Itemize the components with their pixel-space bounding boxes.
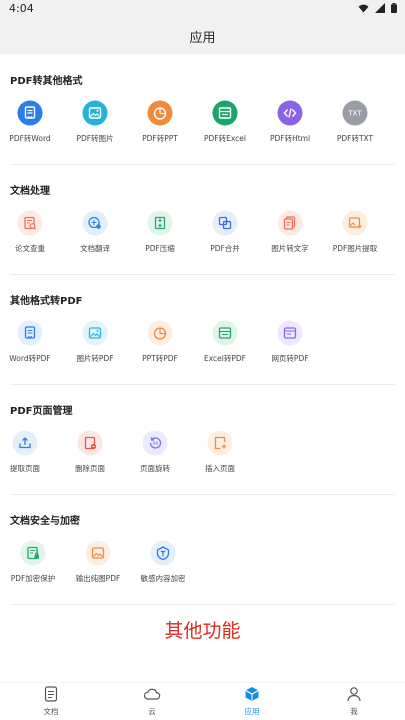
tool-label: 敏感内容加密 (140, 574, 186, 583)
excel-to-pdf-icon (212, 320, 238, 346)
tool-grid: Word转PDF 图片转PDF PPT转PDF Excel转PDF 网页转PDF (0, 320, 405, 380)
tool-label: 网页转PDF (271, 354, 309, 363)
tool-document-translate[interactable]: 文档翻译 (65, 210, 125, 270)
nav-profile[interactable]: 我 (324, 686, 384, 720)
wifi-icon (358, 4, 369, 13)
tool-ppt-to-pdf[interactable]: PPT转PDF (130, 320, 190, 380)
status-bar: 4:04 (0, 0, 405, 18)
tool-grid: PDF转Word PDF转图片 PDF转PPT PDF转Excel PDF转Ht… (0, 100, 405, 160)
webpage-to-pdf-icon (277, 320, 303, 346)
battery-icon (391, 3, 397, 13)
tool-excel-to-pdf[interactable]: Excel转PDF (195, 320, 255, 380)
svg-text:90: 90 (153, 441, 159, 447)
other-features-text: 其他功能 (164, 620, 241, 642)
svg-text:TXT: TXT (347, 110, 362, 118)
section-divider (10, 384, 395, 385)
pdf-compress-icon (147, 210, 173, 236)
section-title: 其他格式转PDF (10, 296, 83, 307)
image-to-pdf-icon (82, 320, 108, 346)
extract-page-icon (12, 430, 38, 456)
insert-page-icon (207, 430, 233, 456)
cloud-icon (143, 688, 161, 700)
sensitive-content-encrypt-icon (150, 540, 176, 566)
tool-insert-page[interactable]: 插入页面 (190, 430, 250, 490)
profile-icon (347, 687, 361, 702)
section-title: 文档安全与加密 (10, 516, 80, 527)
nav-label: 云 (148, 707, 156, 716)
section-divider (10, 164, 395, 165)
pdf-to-ppt-icon (147, 100, 173, 126)
app-header: 应用 (0, 18, 405, 54)
tool-word-to-pdf[interactable]: Word转PDF (0, 320, 60, 380)
tool-grid: PDF加密保护 输出纯图PDF 敏感内容加密 (0, 540, 405, 600)
nav-cloud[interactable]: 云 (122, 686, 182, 720)
document-translate-icon (82, 210, 108, 236)
tool-export-image-pdf[interactable]: 输出纯图PDF (68, 540, 128, 600)
section-title: 文档处理 (10, 186, 50, 197)
document-icon (44, 686, 58, 702)
section-title: PDF页面管理 (10, 406, 73, 417)
pdf-to-txt-icon: TXT (342, 100, 368, 126)
section-divider (10, 604, 395, 605)
tool-image-to-text[interactable]: 图片转文字 (260, 210, 320, 270)
tool-label: PDF转TXT (336, 134, 374, 143)
nav-label: 应用 (244, 707, 260, 716)
section-title: PDF转其他格式 (10, 76, 83, 87)
pdf-merge-icon (212, 210, 238, 236)
apps-content: PDF转其他格式 PDF转Word PDF转图片 PDF转PPT PDF转Exc… (0, 54, 405, 682)
tool-pdf-to-word[interactable]: PDF转Word (0, 100, 60, 160)
pdf-encrypt-icon (20, 540, 46, 566)
plagiarism-check-icon (17, 210, 43, 236)
tool-webpage-to-pdf[interactable]: 网页转PDF (260, 320, 320, 380)
tool-pdf-to-excel[interactable]: PDF转Excel (195, 100, 255, 160)
nav-apps[interactable]: 应用 (222, 686, 282, 720)
export-image-pdf-icon (85, 540, 111, 566)
section-divider (10, 274, 395, 275)
nav-label: 我 (350, 707, 358, 716)
word-to-pdf-icon (17, 320, 43, 346)
tool-pdf-image-extract[interactable]: PDF图片提取 (325, 210, 385, 270)
tool-label: PDF图片提取 (332, 244, 378, 253)
delete-page-icon (77, 430, 103, 456)
pdf-image-extract-icon (342, 210, 368, 236)
tool-grid: 论文查重 文档翻译 PDF压缩 PDF合并 图片转文字 PDF图片提取 (0, 210, 405, 270)
bottom-nav: 文档 云 应用 我 (0, 682, 405, 720)
apps-cube-icon (245, 687, 259, 701)
ppt-to-pdf-icon (147, 320, 173, 346)
nav-label: 文档 (43, 707, 59, 716)
signal-icon (375, 3, 385, 13)
tool-pdf-encrypt[interactable]: PDF加密保护 (3, 540, 63, 600)
page-title: 应用 (189, 31, 216, 46)
tool-pdf-compress[interactable]: PDF压缩 (130, 210, 190, 270)
pdf-to-html-icon (277, 100, 303, 126)
tool-pdf-to-txt[interactable]: TXT PDF转TXT (325, 100, 385, 160)
tool-label: 插入页面 (205, 464, 235, 473)
status-time: 4:04 (9, 2, 34, 15)
tool-sensitive-content-encrypt[interactable]: 敏感内容加密 (133, 540, 193, 600)
tool-rotate-page[interactable]: 90 页面旋转 (125, 430, 185, 490)
tool-pdf-to-ppt[interactable]: PDF转PPT (130, 100, 190, 160)
pdf-to-excel-icon (212, 100, 238, 126)
tool-pdf-to-html[interactable]: PDF转Html (260, 100, 320, 160)
nav-documents[interactable]: 文档 (21, 686, 81, 720)
pdf-to-word-icon (17, 100, 43, 126)
tool-delete-page[interactable]: 删除页面 (60, 430, 120, 490)
tool-image-to-pdf[interactable]: 图片转PDF (65, 320, 125, 380)
image-to-text-icon (277, 210, 303, 236)
tool-pdf-to-image[interactable]: PDF转图片 (65, 100, 125, 160)
tool-pdf-merge[interactable]: PDF合并 (195, 210, 255, 270)
section-divider (10, 494, 395, 495)
tool-plagiarism-check[interactable]: 论文查重 (0, 210, 60, 270)
rotate-page-icon: 90 (142, 430, 168, 456)
pdf-to-image-icon (82, 100, 108, 126)
tool-grid: 提取页面 删除页面 90 页面旋转 插入页面 (0, 430, 405, 490)
status-icons (358, 3, 397, 13)
tool-extract-page[interactable]: 提取页面 (0, 430, 55, 490)
